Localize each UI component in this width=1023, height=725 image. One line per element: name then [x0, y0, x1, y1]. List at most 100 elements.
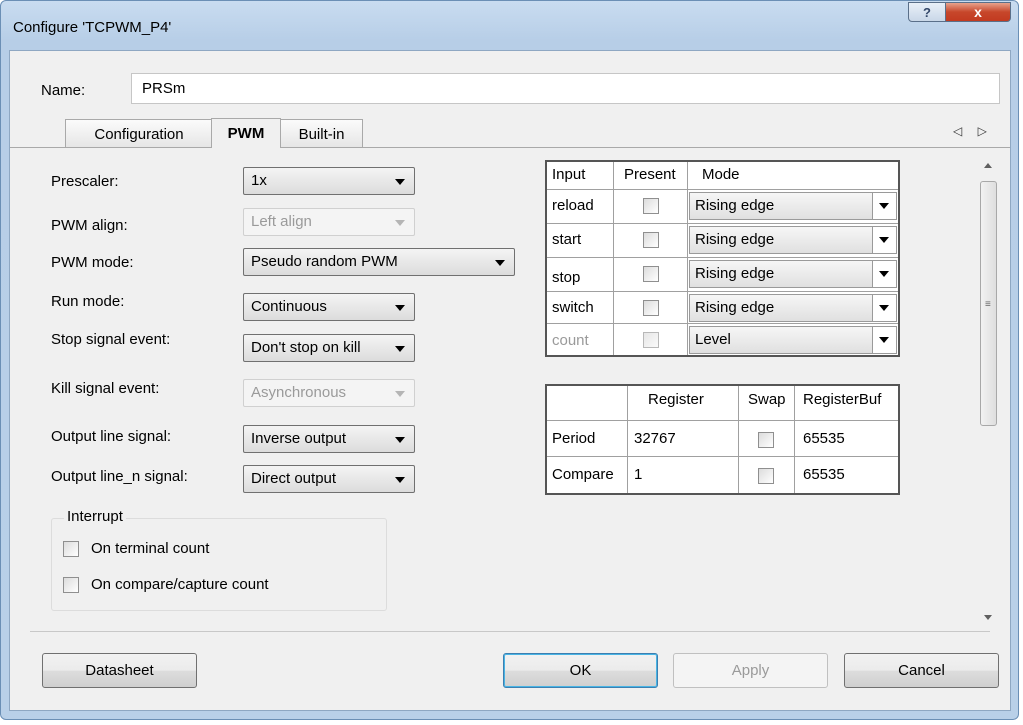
switch-mode-dropdown[interactable]: Rising edge: [689, 294, 897, 322]
input-table: Input Present Mode reload Rising edge st…: [545, 160, 900, 357]
chevron-down-icon[interactable]: [872, 261, 896, 287]
table-gridline: [547, 291, 898, 292]
period-registerbuf-value[interactable]: 65535: [798, 430, 845, 447]
reload-mode-dropdown[interactable]: Rising edge: [689, 192, 897, 220]
table-gridline: [547, 420, 898, 421]
input-count: count: [552, 332, 589, 349]
output-line-signal-dropdown[interactable]: Inverse output: [243, 425, 415, 453]
count-present-checkbox: [643, 332, 659, 348]
count-mode-dropdown[interactable]: Level: [689, 326, 897, 354]
table-gridline: [547, 189, 898, 190]
kill-signal-event-label: Kill signal event:: [51, 380, 160, 397]
table-gridline: [547, 257, 898, 258]
kill-signal-event-dropdown: Asynchronous: [243, 379, 415, 407]
apply-button: Apply: [673, 653, 828, 688]
pwm-mode-label: PWM mode:: [51, 254, 134, 271]
input-header: Input: [552, 166, 586, 183]
on-terminal-count-label: On terminal count: [91, 540, 210, 557]
title-bar[interactable]: Configure 'TCPWM_P4' ? x: [1, 1, 1018, 49]
datasheet-button[interactable]: Datasheet: [42, 653, 197, 688]
count-mode-value: Level: [695, 331, 731, 348]
output-line-n-signal-dropdown[interactable]: Direct output: [243, 465, 415, 493]
output-line-signal-label: Output line signal:: [51, 428, 172, 445]
pwm-mode-dropdown[interactable]: Pseudo random PWM: [243, 248, 515, 276]
period-register-value[interactable]: 32767: [629, 430, 676, 447]
grip-icon: ≡: [985, 299, 991, 310]
compare-row-label: Compare: [552, 466, 614, 483]
start-present-checkbox[interactable]: [643, 232, 659, 248]
register-header: Register: [648, 391, 704, 408]
scroll-down-icon[interactable]: [984, 615, 992, 620]
table-gridline: [738, 386, 739, 493]
table-gridline: [613, 162, 614, 355]
ok-button[interactable]: OK: [503, 653, 658, 688]
start-mode-dropdown[interactable]: Rising edge: [689, 226, 897, 254]
run-mode-label: Run mode:: [51, 293, 125, 310]
vertical-scrollbar[interactable]: ≡: [978, 151, 998, 621]
table-gridline: [794, 386, 795, 493]
interrupt-group-title: Interrupt: [64, 508, 126, 525]
pwm-align-dropdown: Left align: [243, 208, 415, 236]
tab-scroll-arrows-icon[interactable]: ◁ ▷: [953, 124, 993, 138]
name-label: Name:: [41, 82, 86, 99]
stop-signal-event-dropdown[interactable]: Don't stop on kill: [243, 334, 415, 362]
dialog-window: Configure 'TCPWM_P4' ? x Name: PRSm Conf…: [0, 0, 1019, 720]
compare-register-value[interactable]: 1: [629, 466, 642, 483]
present-header: Present: [624, 166, 676, 183]
input-stop: stop: [552, 269, 581, 286]
chevron-down-icon[interactable]: [872, 295, 896, 321]
table-gridline: [547, 223, 898, 224]
input-reload: reload: [552, 197, 594, 214]
register-table: Register Swap RegisterBuf Period 32767 6…: [545, 384, 900, 495]
on-compare-capture-count-label: On compare/capture count: [91, 576, 269, 593]
reload-mode-value: Rising edge: [695, 197, 775, 214]
stop-present-checkbox[interactable]: [643, 266, 659, 282]
chevron-down-icon[interactable]: [872, 193, 896, 219]
switch-present-checkbox[interactable]: [643, 300, 659, 316]
switch-mode-value: Rising edge: [695, 299, 775, 316]
reload-present-checkbox[interactable]: [643, 198, 659, 214]
period-row-label: Period: [552, 430, 596, 447]
compare-swap-checkbox[interactable]: [758, 468, 774, 484]
mode-header: Mode: [702, 166, 740, 183]
stop-signal-event-label: Stop signal event:: [51, 331, 171, 348]
help-icon: ?: [923, 4, 931, 20]
table-gridline: [547, 456, 898, 457]
input-switch: switch: [552, 299, 594, 316]
on-terminal-count-checkbox[interactable]: [63, 541, 79, 557]
scrollbar-thumb[interactable]: ≡: [980, 181, 997, 426]
stop-mode-value: Rising edge: [695, 265, 775, 282]
table-gridline: [627, 386, 628, 493]
tab-configuration[interactable]: Configuration: [65, 119, 213, 148]
tab-built-in[interactable]: Built-in: [280, 119, 363, 148]
tab-pwm[interactable]: PWM: [211, 118, 281, 148]
button-separator: [30, 631, 990, 632]
chevron-down-icon[interactable]: [872, 327, 896, 353]
prescaler-dropdown[interactable]: 1x: [243, 167, 415, 195]
compare-registerbuf-value[interactable]: 65535: [798, 466, 845, 483]
close-icon: x: [974, 4, 982, 20]
on-compare-capture-count-checkbox[interactable]: [63, 577, 79, 593]
start-mode-value: Rising edge: [695, 231, 775, 248]
output-line-n-signal-label: Output line_n signal:: [51, 468, 188, 485]
stop-mode-dropdown[interactable]: Rising edge: [689, 260, 897, 288]
prescaler-label: Prescaler:: [51, 173, 119, 190]
help-button[interactable]: ?: [908, 2, 946, 22]
window-title: Configure 'TCPWM_P4': [13, 19, 172, 36]
cancel-button[interactable]: Cancel: [844, 653, 999, 688]
registerbuf-header: RegisterBuf: [803, 391, 882, 408]
run-mode-dropdown[interactable]: Continuous: [243, 293, 415, 321]
chevron-down-icon[interactable]: [872, 227, 896, 253]
period-swap-checkbox[interactable]: [758, 432, 774, 448]
dialog-body: Name: PRSm Configuration PWM Built-in ◁ …: [9, 50, 1011, 711]
pwm-align-label: PWM align:: [51, 217, 128, 234]
swap-header: Swap: [748, 391, 786, 408]
tab-strip-divider: [10, 147, 1010, 148]
close-button[interactable]: x: [945, 2, 1011, 22]
table-gridline: [687, 162, 688, 355]
scroll-up-icon[interactable]: [984, 163, 992, 168]
input-start: start: [552, 231, 582, 248]
name-input[interactable]: PRSm: [131, 73, 1000, 104]
interrupt-group: [51, 518, 387, 611]
table-gridline: [547, 323, 898, 324]
